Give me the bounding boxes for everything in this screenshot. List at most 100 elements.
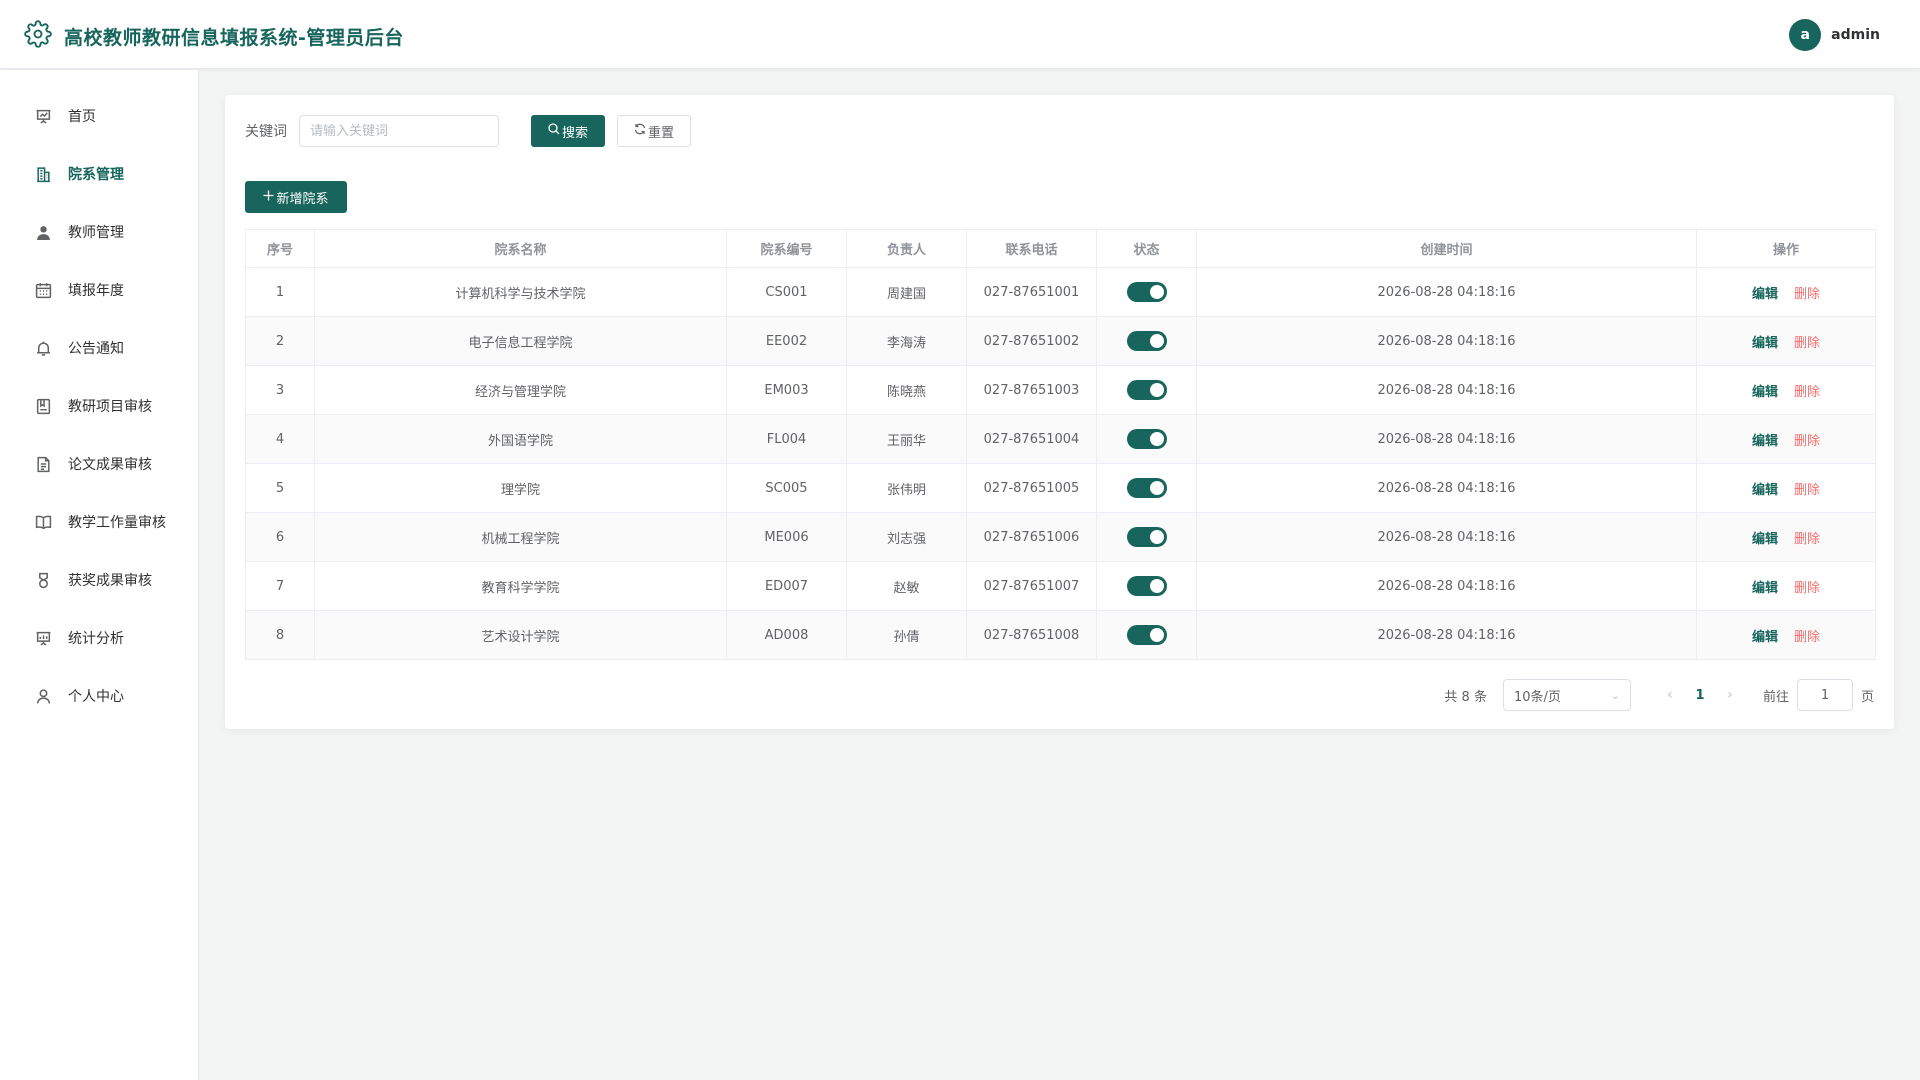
page-unit-label: 页	[1860, 689, 1874, 705]
department-name: 理学院	[314, 463, 727, 513]
status-toggle[interactable]	[1126, 331, 1167, 351]
edit-button[interactable]: 编辑	[1752, 532, 1778, 547]
delete-button[interactable]: 删除	[1794, 434, 1820, 449]
table-row: 6 机械工程学院 ME006 刘志强 027-87651006 2026-08-…	[245, 512, 1876, 562]
status-toggle[interactable]	[1126, 282, 1167, 302]
column-header: 序号	[245, 229, 315, 268]
reset-button[interactable]: 重置	[617, 115, 691, 147]
table-row: 3 经济与管理学院 EM003 陈晓燕 027-87651003 2026-08…	[245, 365, 1876, 415]
add-department-button[interactable]: 新增院系	[245, 181, 347, 213]
next-page-button[interactable]: ›	[1715, 687, 1745, 703]
sidebar-item-award-review[interactable]: 获奖成果审核	[0, 556, 198, 604]
status-cell	[1096, 365, 1197, 415]
user-icon	[34, 223, 52, 241]
search-bar: 关键词 搜索 重置	[245, 115, 691, 147]
row-index: 3	[245, 365, 315, 415]
department-name: 艺术设计学院	[314, 610, 727, 660]
department-code: ME006	[726, 512, 847, 562]
row-actions: 编辑 删除	[1696, 512, 1876, 562]
sidebar-item-teachers[interactable]: 教师管理	[0, 208, 198, 256]
app-title: 高校教师教研信息填报系统-管理员后台	[64, 26, 404, 49]
status-cell	[1096, 561, 1197, 611]
department-name: 经济与管理学院	[314, 365, 727, 415]
search-button[interactable]: 搜索	[531, 115, 605, 147]
refresh-icon	[634, 123, 646, 139]
medal-icon	[34, 571, 52, 589]
sidebar-item-label: 教研项目审核	[68, 399, 152, 415]
delete-button[interactable]: 删除	[1794, 630, 1820, 645]
edit-button[interactable]: 编辑	[1752, 287, 1778, 302]
edit-button[interactable]: 编辑	[1752, 581, 1778, 596]
sidebar-item-notices[interactable]: 公告通知	[0, 324, 198, 372]
table-header-row: 序号 院系名称 院系编号 负责人 联系电话 状态 创建时间 操作	[245, 229, 1876, 268]
sidebar-item-departments[interactable]: 院系管理	[0, 150, 198, 198]
status-cell	[1096, 610, 1197, 660]
status-toggle[interactable]	[1126, 576, 1167, 596]
column-header: 操作	[1696, 229, 1876, 268]
chevron-down-icon: ⌄	[1610, 688, 1620, 702]
column-header: 院系名称	[314, 229, 727, 268]
row-index: 2	[245, 316, 315, 366]
goto-label: 前往	[1762, 689, 1789, 705]
add-department-label: 新增院系	[276, 191, 329, 207]
status-toggle[interactable]	[1126, 380, 1167, 400]
status-toggle[interactable]	[1126, 429, 1167, 449]
sidebar-item-paper-review[interactable]: 论文成果审核	[0, 440, 198, 488]
user-menu[interactable]: a admin	[1789, 19, 1880, 51]
sidebar-item-home[interactable]: 首页	[0, 92, 198, 140]
row-index: 4	[245, 414, 315, 464]
chart-board-icon	[34, 629, 52, 647]
row-actions: 编辑 删除	[1696, 414, 1876, 464]
department-leader: 李海涛	[846, 316, 967, 366]
edit-button[interactable]: 编辑	[1752, 385, 1778, 400]
delete-button[interactable]: 删除	[1794, 581, 1820, 596]
search-button-label: 搜索	[561, 125, 588, 141]
department-name: 电子信息工程学院	[314, 316, 727, 366]
status-toggle[interactable]	[1126, 625, 1167, 645]
row-actions: 编辑 删除	[1696, 610, 1876, 660]
page-size-select[interactable]: 10条/页 ⌄	[1502, 679, 1631, 711]
row-index: 1	[245, 267, 315, 317]
gear-icon	[24, 20, 52, 52]
sidebar-item-statistics[interactable]: 统计分析	[0, 614, 198, 662]
row-actions: 编辑 删除	[1696, 267, 1876, 317]
row-index: 5	[245, 463, 315, 513]
edit-button[interactable]: 编辑	[1752, 630, 1778, 645]
edit-button[interactable]: 编辑	[1752, 336, 1778, 351]
row-actions: 编辑 删除	[1696, 463, 1876, 513]
status-toggle[interactable]	[1126, 478, 1167, 498]
page-number[interactable]: 1	[1685, 688, 1715, 703]
delete-button[interactable]: 删除	[1794, 385, 1820, 400]
department-code: CS001	[726, 267, 847, 317]
status-cell	[1096, 512, 1197, 562]
plus-icon	[263, 190, 274, 205]
sidebar-item-profile[interactable]: 个人中心	[0, 672, 198, 720]
keyword-input[interactable]	[299, 115, 499, 147]
edit-button[interactable]: 编辑	[1752, 483, 1778, 498]
delete-button[interactable]: 删除	[1794, 483, 1820, 498]
goto-page-input[interactable]	[1796, 679, 1853, 711]
avatar[interactable]: a	[1789, 19, 1822, 51]
column-header: 状态	[1096, 229, 1197, 268]
table-row: 4 外国语学院 FL004 王丽华 027-87651004 2026-08-2…	[245, 414, 1876, 464]
status-toggle[interactable]	[1126, 527, 1167, 547]
sidebar-item-project-review[interactable]: 教研项目审核	[0, 382, 198, 430]
delete-button[interactable]: 删除	[1794, 532, 1820, 547]
department-phone: 027-87651003	[966, 365, 1097, 415]
row-index: 8	[245, 610, 315, 660]
sidebar-item-label: 院系管理	[68, 167, 124, 183]
prev-page-button[interactable]: ‹	[1655, 687, 1685, 703]
search-icon	[548, 123, 560, 139]
sidebar-item-label: 个人中心	[68, 689, 124, 705]
sidebar-item-years[interactable]: 填报年度	[0, 266, 198, 314]
edit-button[interactable]: 编辑	[1752, 434, 1778, 449]
created-time: 2026-08-28 04:18:16	[1196, 365, 1697, 415]
username[interactable]: admin	[1831, 27, 1880, 43]
row-index: 6	[245, 512, 315, 562]
department-leader: 刘志强	[846, 512, 967, 562]
sidebar-item-workload-review[interactable]: 教学工作量审核	[0, 498, 198, 546]
department-leader: 孙倩	[846, 610, 967, 660]
delete-button[interactable]: 删除	[1794, 336, 1820, 351]
delete-button[interactable]: 删除	[1794, 287, 1820, 302]
department-leader: 王丽华	[846, 414, 967, 464]
